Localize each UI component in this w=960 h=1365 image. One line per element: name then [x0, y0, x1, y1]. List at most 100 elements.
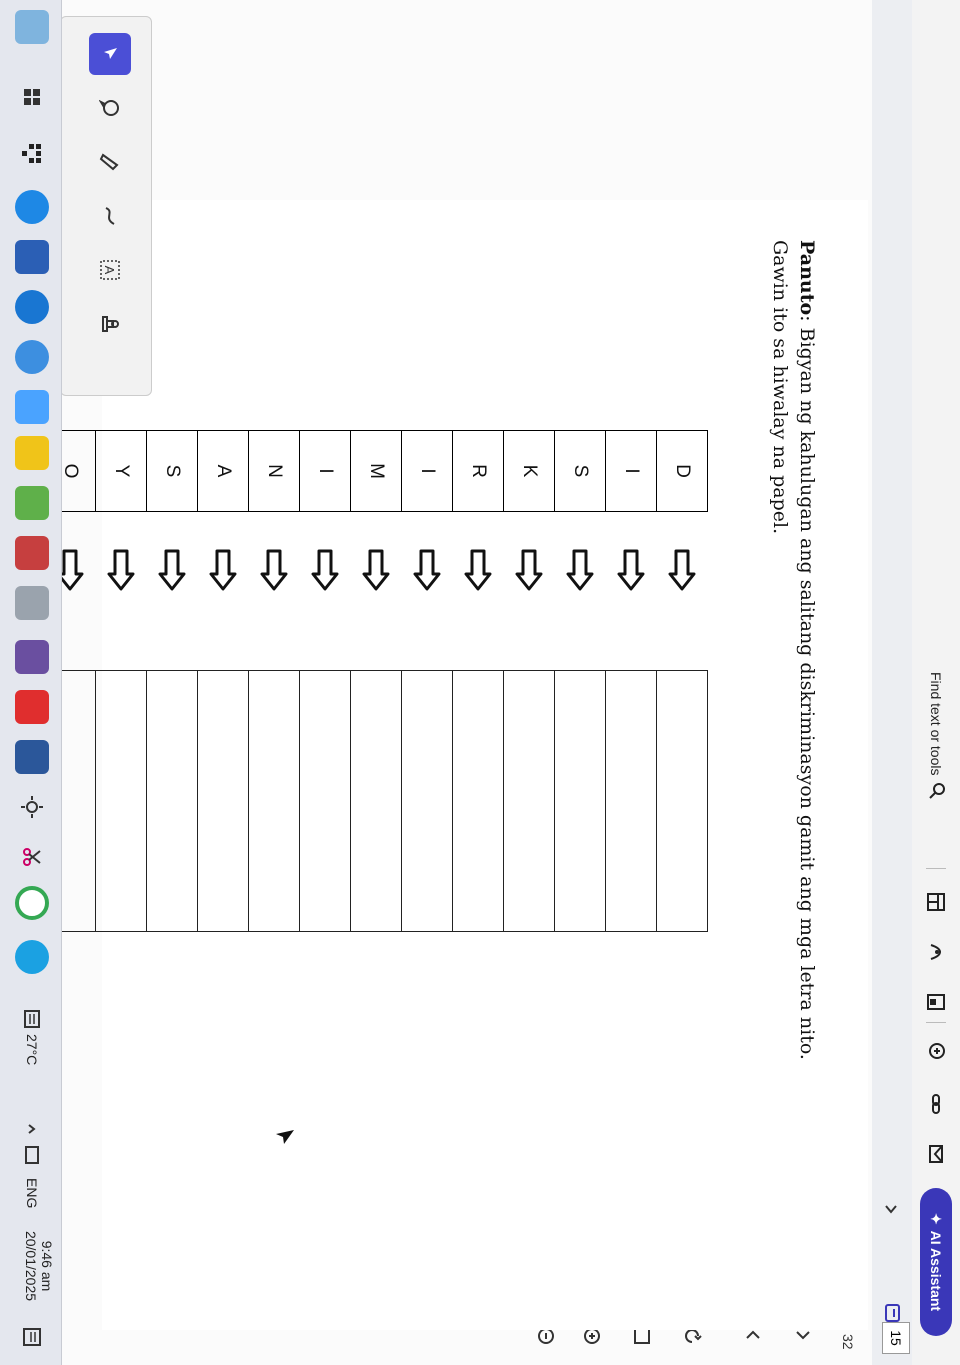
letter-cell: D	[657, 430, 708, 512]
store-icon[interactable]	[15, 240, 49, 274]
answer-cell[interactable]	[249, 670, 300, 932]
copilot-icon[interactable]	[15, 340, 49, 374]
zoom-in-icon[interactable]	[924, 1040, 948, 1064]
find-text-or-tools[interactable]: Find text or tools	[922, 672, 950, 800]
select-tool-icon[interactable]	[89, 33, 131, 75]
letter-cell: S	[147, 430, 198, 512]
mouse-pointer-icon	[269, 1128, 296, 1148]
answer-cell[interactable]	[96, 670, 147, 932]
page-number-input[interactable]: 15	[882, 1322, 910, 1354]
organize-pages-icon[interactable]	[924, 890, 948, 914]
tool-palette: A	[60, 16, 152, 396]
answer-cell[interactable]	[147, 670, 198, 932]
mail-icon[interactable]	[924, 1142, 948, 1166]
pdf-page: Panuto: Bigyan ng kahulugan ang salitang…	[0, 200, 868, 1330]
comment-tool-icon[interactable]	[89, 87, 131, 129]
find-label: Find text or tools	[928, 672, 944, 776]
snipping-tool-icon[interactable]	[15, 840, 49, 874]
edge-browser-icon[interactable]	[15, 190, 49, 224]
ai-assistant-button[interactable]: ✦ AI Assistant	[920, 1188, 952, 1336]
top-toolbar: Find text or tools ✦ AI Assistant	[911, 0, 960, 1365]
ai-assistant-label: AI Assistant	[928, 1230, 944, 1312]
outlook-icon[interactable]	[15, 290, 49, 324]
arrow-right-icon	[606, 540, 657, 600]
taskbar: 27°C ENG 9:46 am 20/01/2025	[0, 0, 62, 1365]
stamp-tool-icon[interactable]	[89, 303, 131, 345]
arrow-right-icon	[402, 540, 453, 600]
letter-cell: I	[300, 430, 351, 512]
letter-cell: I	[402, 430, 453, 512]
search-icon	[926, 782, 947, 800]
arrow-right-icon	[147, 540, 198, 600]
save-file-icon[interactable]	[924, 990, 948, 1014]
arrow-column	[0, 540, 708, 600]
browser-icon[interactable]	[15, 940, 49, 974]
toolbar-separator	[926, 868, 946, 869]
arrow-right-icon	[249, 540, 300, 600]
network-icon[interactable]	[16, 1144, 43, 1166]
answer-column	[0, 670, 708, 932]
letter-cell: R	[453, 430, 504, 512]
app-icon[interactable]	[15, 390, 49, 424]
clock[interactable]: 9:46 am 20/01/2025	[23, 1226, 55, 1306]
sign-icon[interactable]	[924, 940, 948, 964]
file-explorer-icon[interactable]	[15, 436, 49, 470]
photos-app-icon[interactable]	[15, 486, 49, 520]
letter-cell: I	[606, 430, 657, 512]
answer-cell[interactable]	[657, 670, 708, 932]
answer-cell[interactable]	[198, 670, 249, 932]
game-app-icon[interactable]	[15, 536, 49, 570]
instruction-text: Panuto: Bigyan ng kahulugan ang salitang…	[766, 240, 820, 1240]
answer-cell[interactable]	[402, 670, 453, 932]
letter-cell: Y	[96, 430, 147, 512]
answer-cell[interactable]	[300, 670, 351, 932]
letter-column: DISKRIMINASYON	[0, 430, 708, 512]
acrobat-reader-icon[interactable]	[15, 690, 49, 724]
app-purple-icon[interactable]	[15, 640, 49, 674]
arrow-right-icon	[96, 540, 147, 600]
toolbar-separator	[926, 1022, 946, 1023]
instruction-label: Panuto	[796, 240, 818, 316]
answer-cell[interactable]	[453, 670, 504, 932]
rotated-screen: Find text or tools ✦ AI Assistant 15 32 …	[0, 0, 960, 1365]
word-icon[interactable]	[15, 740, 49, 774]
instruction-line1: : Bigyan ng kahulugan ang salitang diskr…	[796, 315, 818, 1060]
letter-cell: N	[249, 430, 300, 512]
widgets-icon[interactable]	[15, 80, 49, 114]
chrome-icon[interactable]	[15, 886, 49, 920]
letter-cell: A	[198, 430, 249, 512]
task-view-icon[interactable]	[15, 136, 49, 170]
language-indicator[interactable]: ENG	[24, 1178, 40, 1208]
arrow-right-icon	[300, 540, 351, 600]
collapse-chevron-icon[interactable]	[878, 1196, 904, 1222]
arrow-right-icon	[453, 540, 504, 600]
weather-temperature[interactable]: 27°C	[24, 1034, 40, 1065]
answer-cell[interactable]	[351, 670, 402, 932]
arrow-right-icon	[198, 540, 249, 600]
text-tool-icon[interactable]: A	[89, 249, 131, 291]
arrow-right-icon	[555, 540, 606, 600]
answer-cell[interactable]	[555, 670, 606, 932]
weather-icon	[16, 1008, 43, 1030]
settings-gear-icon[interactable]	[15, 790, 49, 824]
arrow-right-icon	[351, 540, 402, 600]
letter-cell: M	[351, 430, 402, 512]
answer-cell[interactable]	[606, 670, 657, 932]
clock-date: 20/01/2025	[23, 1230, 39, 1302]
media-app-icon[interactable]	[15, 586, 49, 620]
letter-cell: S	[555, 430, 606, 512]
right-panel-strip	[872, 0, 912, 1365]
tray-chevron-icon[interactable]	[20, 1122, 39, 1136]
highlight-tool-icon[interactable]	[89, 141, 131, 183]
start-menu-icon[interactable]	[15, 10, 49, 44]
svg-text:A: A	[102, 266, 117, 275]
clock-time: 9:46 am	[39, 1240, 55, 1292]
link-icon[interactable]	[924, 1092, 948, 1116]
instruction-line2: Gawin ito sa hiwalay na papel.	[769, 240, 791, 535]
draw-tool-icon[interactable]	[89, 195, 131, 237]
answer-cell[interactable]	[504, 670, 555, 932]
notification-icon[interactable]	[16, 1326, 43, 1348]
ai-sparkle-icon: ✦	[928, 1212, 945, 1225]
page-total: 32	[840, 1334, 856, 1350]
arrow-right-icon	[657, 540, 708, 600]
